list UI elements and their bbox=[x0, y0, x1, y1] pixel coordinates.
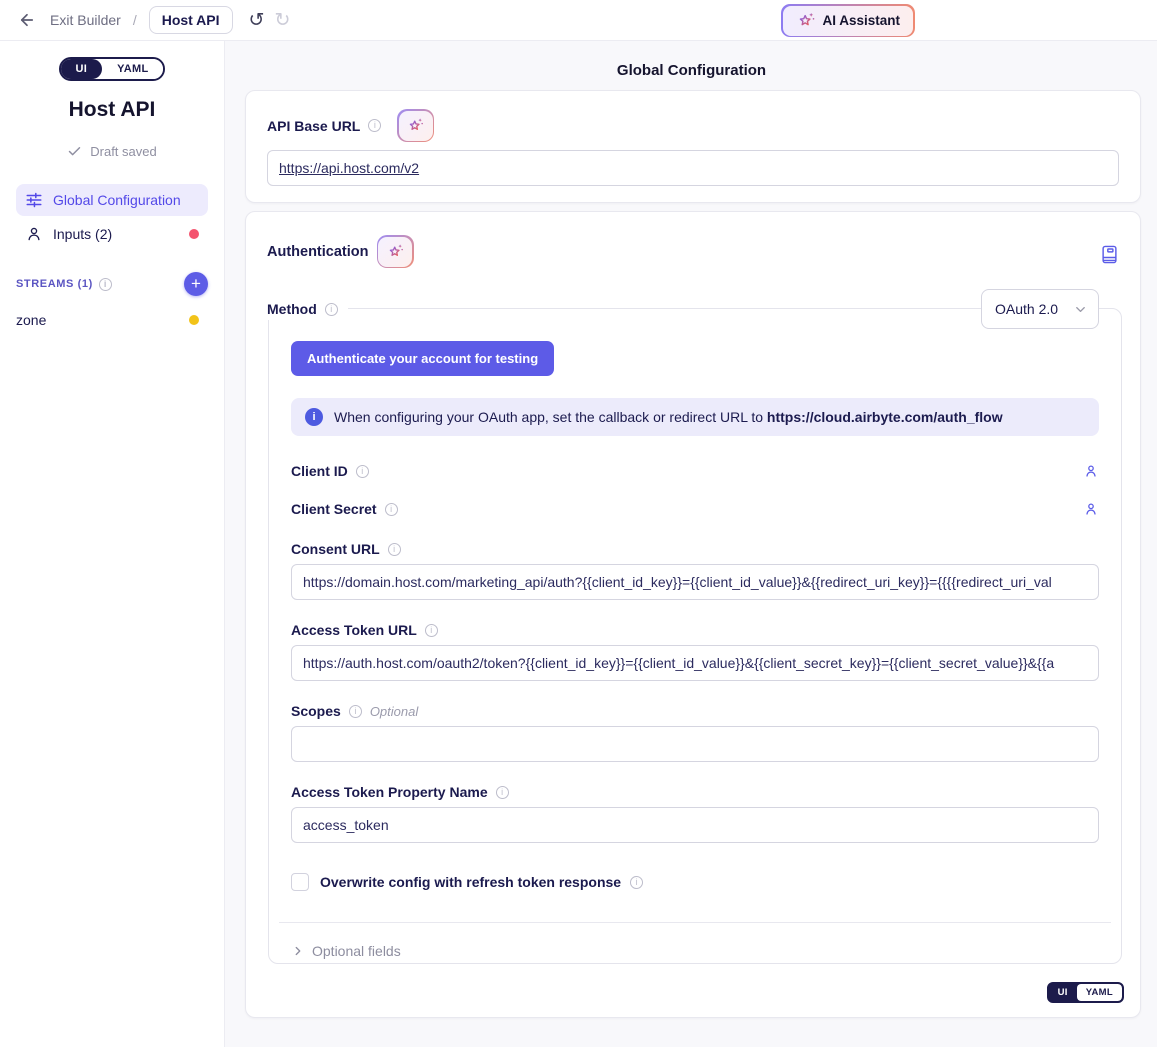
back-arrow-icon[interactable] bbox=[18, 10, 38, 30]
info-icon[interactable]: i bbox=[325, 303, 338, 316]
info-icon[interactable]: i bbox=[630, 876, 643, 889]
breadcrumb-exit-builder[interactable]: Exit Builder bbox=[50, 12, 121, 28]
sidebar-stream-zone[interactable]: zone bbox=[16, 304, 208, 336]
ai-sparkle-star-icon bbox=[386, 242, 405, 261]
info-filled-icon: i bbox=[305, 408, 323, 426]
toggle-ui-option[interactable]: UI bbox=[1049, 984, 1077, 1001]
check-icon bbox=[67, 144, 82, 159]
main-content: Global Configuration API Base URL i Auth… bbox=[226, 41, 1157, 1047]
access-token-property-input[interactable] bbox=[291, 807, 1099, 843]
card-ui-yaml-toggle[interactable]: UI YAML bbox=[1047, 982, 1124, 1003]
authenticate-button[interactable]: Authenticate your account for testing bbox=[291, 341, 554, 376]
ai-sparkle-star-icon bbox=[406, 116, 425, 135]
client-id-label: Client ID bbox=[291, 463, 348, 479]
oauth-callback-callout: i When configuring your OAuth app, set t… bbox=[291, 398, 1099, 436]
sidebar-item-inputs[interactable]: Inputs (2) bbox=[16, 218, 208, 250]
ai-assist-field-button[interactable] bbox=[397, 109, 434, 142]
ai-sparkle-star-icon bbox=[796, 11, 816, 31]
oauth-config-panel: Authenticate your account for testing i … bbox=[268, 308, 1122, 964]
info-icon[interactable]: i bbox=[99, 278, 112, 291]
consent-url-field: Consent URL i bbox=[291, 541, 1099, 600]
client-secret-label: Client Secret bbox=[291, 501, 377, 517]
access-token-url-input[interactable] bbox=[291, 645, 1099, 681]
client-id-row: Client ID i bbox=[291, 461, 1099, 481]
divider bbox=[279, 922, 1111, 923]
info-icon[interactable]: i bbox=[388, 543, 401, 556]
sidebar: UI YAML Host API Draft saved Global Conf… bbox=[0, 41, 225, 1047]
consent-url-input[interactable] bbox=[291, 564, 1099, 600]
sidebar-item-label: Global Configuration bbox=[53, 192, 181, 208]
optional-fields-toggle[interactable]: Optional fields bbox=[291, 943, 1099, 959]
access-token-property-label: Access Token Property Name bbox=[291, 784, 488, 800]
chevron-down-icon bbox=[1073, 302, 1088, 317]
ai-assistant-button[interactable]: AI Assistant bbox=[781, 4, 915, 37]
toggle-yaml-option[interactable]: YAML bbox=[1077, 984, 1122, 1001]
scopes-label: Scopes bbox=[291, 703, 341, 719]
breadcrumb-separator: / bbox=[133, 12, 137, 28]
sidebar-item-global-configuration[interactable]: Global Configuration bbox=[16, 184, 208, 216]
top-bar: Exit Builder / Host API ↺ ↻ AI Assistant bbox=[0, 0, 1157, 41]
stream-label: zone bbox=[16, 312, 46, 328]
scopes-input[interactable] bbox=[291, 726, 1099, 762]
toggle-yaml-option[interactable]: YAML bbox=[102, 59, 163, 79]
toggle-ui-option[interactable]: UI bbox=[61, 59, 103, 79]
authentication-card: Authentication Metho bbox=[245, 211, 1141, 1018]
chevron-right-icon bbox=[291, 944, 305, 958]
consent-url-label: Consent URL bbox=[291, 541, 380, 557]
api-base-url-label: API Base URL bbox=[267, 118, 360, 134]
info-icon[interactable]: i bbox=[356, 465, 369, 478]
method-label: Method bbox=[267, 301, 317, 317]
overwrite-config-label: Overwrite config with refresh token resp… bbox=[320, 874, 621, 890]
redo-icon: ↻ bbox=[274, 11, 290, 30]
callout-url: https://cloud.airbyte.com/auth_flow bbox=[767, 409, 1003, 425]
undo-icon[interactable]: ↺ bbox=[249, 11, 265, 30]
info-icon[interactable]: i bbox=[349, 705, 362, 718]
callout-text: When configuring your OAuth app, set the… bbox=[334, 409, 767, 425]
info-icon[interactable]: i bbox=[425, 624, 438, 637]
info-icon[interactable]: i bbox=[496, 786, 509, 799]
method-select[interactable]: OAuth 2.0 bbox=[981, 289, 1099, 329]
user-secret-icon[interactable] bbox=[1083, 463, 1099, 479]
person-icon bbox=[25, 225, 43, 243]
info-icon[interactable]: i bbox=[368, 119, 381, 132]
info-icon[interactable]: i bbox=[385, 503, 398, 516]
method-selected-value: OAuth 2.0 bbox=[995, 301, 1058, 317]
ui-yaml-toggle[interactable]: UI YAML bbox=[59, 57, 166, 81]
api-base-url-card: API Base URL i bbox=[245, 90, 1141, 203]
overwrite-config-checkbox[interactable] bbox=[291, 873, 309, 891]
draft-status: Draft saved bbox=[90, 144, 156, 159]
user-secret-icon[interactable] bbox=[1083, 501, 1099, 517]
scopes-field: Scopes i Optional bbox=[291, 703, 1099, 762]
optional-tag: Optional bbox=[370, 704, 418, 719]
ai-assistant-label: AI Assistant bbox=[823, 13, 901, 28]
page-title: Global Configuration bbox=[226, 62, 1157, 79]
access-token-url-label: Access Token URL bbox=[291, 622, 417, 638]
sidebar-item-label: Inputs (2) bbox=[53, 226, 112, 242]
documentation-book-icon[interactable] bbox=[1101, 245, 1118, 264]
connector-title: Host API bbox=[0, 98, 224, 122]
authentication-label: Authentication bbox=[267, 244, 369, 260]
overwrite-config-row: Overwrite config with refresh token resp… bbox=[291, 873, 1099, 891]
connector-name-field[interactable]: Host API bbox=[149, 6, 233, 34]
client-secret-row: Client Secret i bbox=[291, 499, 1099, 519]
optional-fields-label: Optional fields bbox=[312, 943, 401, 959]
sliders-icon bbox=[25, 191, 43, 209]
stream-status-dot bbox=[189, 315, 199, 325]
access-token-property-field: Access Token Property Name i bbox=[291, 784, 1099, 843]
api-base-url-input[interactable] bbox=[267, 150, 1119, 186]
inputs-status-dot bbox=[189, 229, 199, 239]
access-token-url-field: Access Token URL i bbox=[291, 622, 1099, 681]
add-stream-button[interactable]: + bbox=[184, 272, 208, 296]
streams-header: STREAMS (1) bbox=[16, 278, 93, 290]
ai-assist-field-button[interactable] bbox=[377, 235, 414, 268]
